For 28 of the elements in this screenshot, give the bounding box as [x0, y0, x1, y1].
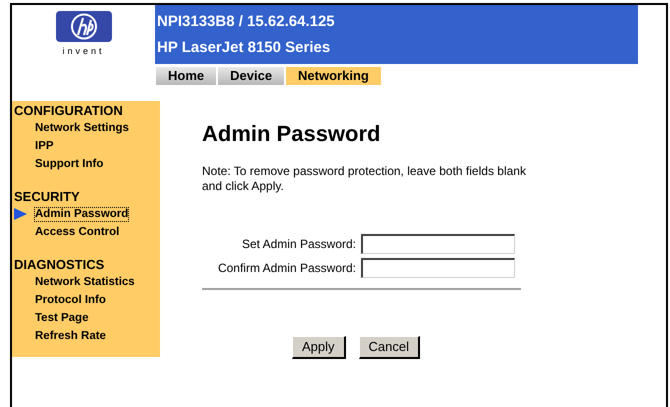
pointer-icon [14, 208, 27, 220]
sidebar-link[interactable]: Access Control [34, 224, 120, 240]
sidebar-link[interactable]: Admin Password [34, 206, 130, 222]
logo-tagline: invent [62, 45, 105, 58]
sidebar-link[interactable]: Network Statistics [34, 274, 136, 290]
sidebar-link[interactable]: Support Info [34, 156, 104, 172]
nav-tab[interactable]: Device [218, 67, 284, 85]
password-field[interactable] [361, 258, 515, 278]
form-button[interactable]: Cancel [358, 336, 420, 359]
nav-tab[interactable]: Networking [286, 67, 381, 85]
sidebar-link[interactable]: IPP [34, 138, 55, 154]
password-field[interactable] [361, 234, 515, 254]
section-heading: CONFIGURATION [14, 103, 124, 119]
device-address: NPI3133B8 / 15.62.64.125 [157, 12, 336, 32]
nav-tab[interactable]: Home [156, 67, 216, 85]
form-button[interactable]: Apply [292, 336, 346, 359]
sidebar-link[interactable]: Protocol Info [34, 292, 107, 308]
logo-icon [56, 11, 112, 42]
field-label: Confirm Admin Password: [218, 260, 356, 277]
printer-model: HP LaserJet 8150 Series [157, 38, 332, 58]
section-heading: SECURITY [14, 189, 81, 205]
section-heading: DIAGNOSTICS [14, 257, 106, 273]
note-text: Note: To remove password protection, leave both fields blank and click Apply. [202, 164, 527, 194]
field-label: Set Admin Password: [242, 236, 356, 253]
page-title: Admin Password [202, 120, 382, 148]
sidebar-link[interactable]: Refresh Rate [34, 328, 107, 344]
sidebar-link[interactable]: Test Page [34, 310, 90, 326]
sidebar-link[interactable]: Network Settings [34, 120, 130, 136]
